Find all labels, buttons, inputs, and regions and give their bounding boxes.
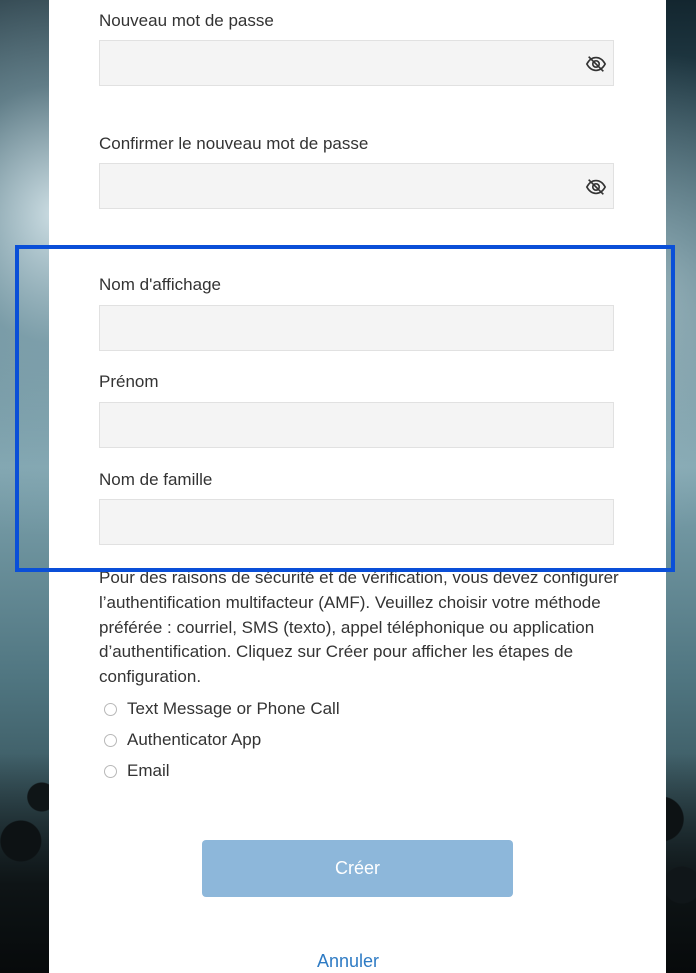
confirm-password-label: Confirmer le nouveau mot de passe — [99, 134, 369, 153]
cancel-link[interactable]: Annuler — [0, 951, 696, 972]
mfa-option-label: Authenticator App — [127, 730, 262, 749]
mfa-option-sms[interactable]: Text Message or Phone Call — [104, 698, 340, 720]
new-password-field[interactable] — [99, 40, 614, 86]
create-button[interactable]: Créer — [202, 840, 513, 897]
eye-slash-icon[interactable] — [585, 53, 607, 75]
radio-button[interactable] — [104, 702, 117, 716]
confirm-password-field[interactable] — [99, 163, 614, 209]
mfa-option-authenticator[interactable]: Authenticator App — [104, 729, 261, 751]
eye-slash-icon[interactable] — [585, 176, 607, 198]
new-password-label: Nouveau mot de passe — [99, 11, 274, 30]
radio-button[interactable] — [104, 733, 117, 747]
radio-button[interactable] — [104, 764, 117, 778]
mfa-option-label: Email — [127, 761, 170, 780]
mfa-option-label: Text Message or Phone Call — [127, 699, 340, 718]
mfa-option-email[interactable]: Email — [104, 760, 170, 782]
mfa-description: Pour des raisons de sécurité et de vérif… — [99, 568, 619, 687]
highlight-box — [15, 245, 675, 572]
